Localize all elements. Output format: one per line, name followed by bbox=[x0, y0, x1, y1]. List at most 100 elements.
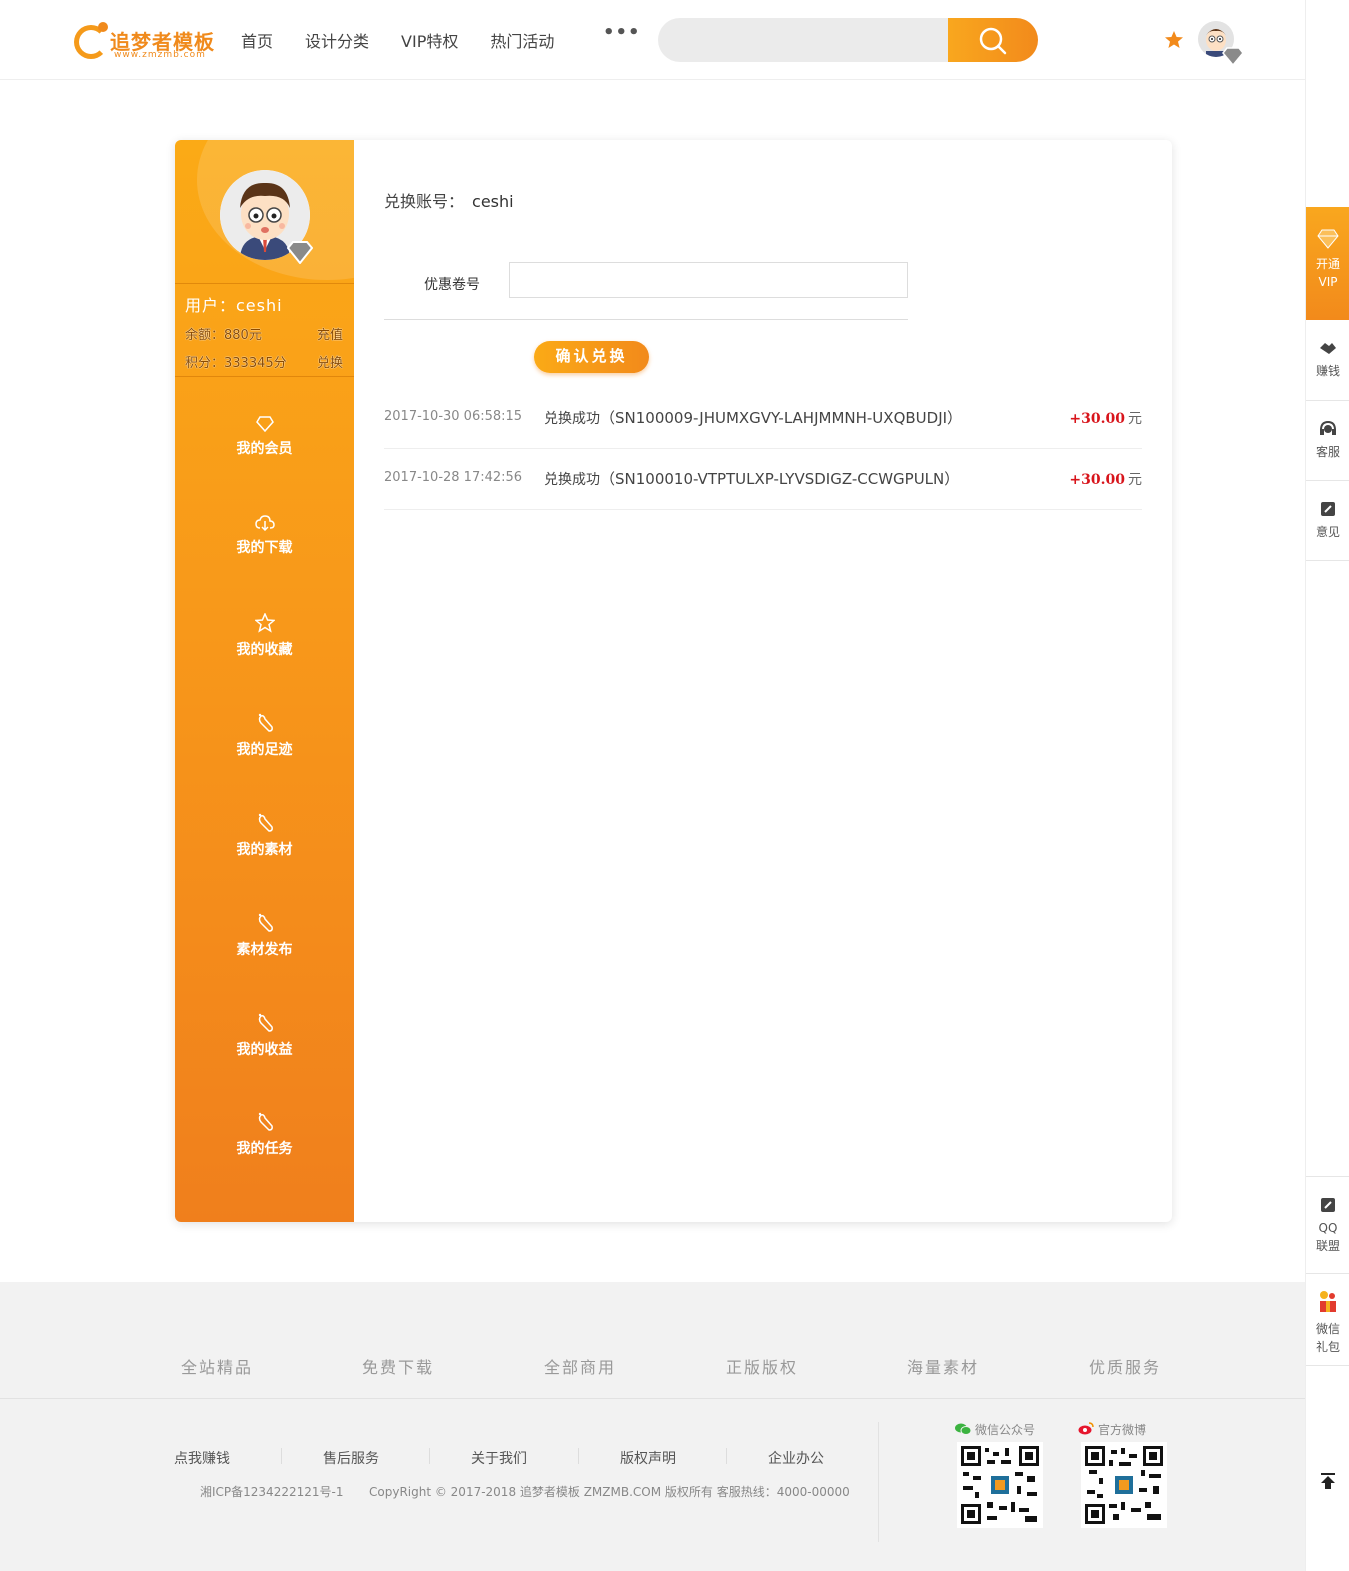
earn-label: 赚钱 bbox=[1315, 364, 1340, 378]
footer-divider bbox=[0, 1398, 1305, 1399]
username-label: 用户：ceshi bbox=[185, 296, 283, 315]
favorite-star-icon[interactable] bbox=[1164, 30, 1184, 50]
record-time: 2017-10-28 17:42:56 bbox=[384, 470, 523, 485]
confirm-exchange-button[interactable]: 确认兑换 bbox=[534, 341, 649, 373]
feedback-label: 意见 bbox=[1315, 525, 1340, 539]
feature-label: 优质服务 bbox=[1089, 1358, 1162, 1377]
logo-subtext: www.zmzmb.com bbox=[114, 50, 206, 60]
link-separator bbox=[429, 1448, 430, 1464]
sidebar-item-earnings[interactable]: 我的收益 bbox=[175, 1013, 354, 1059]
table-row: 2017-10-30 06:58:15 兑换成功（SN100009-JHUMXG… bbox=[384, 388, 1142, 449]
record-time: 2017-10-30 06:58:15 bbox=[384, 409, 523, 424]
footer-vertical-divider bbox=[878, 1422, 879, 1542]
footer-link-copyright[interactable]: 版权声明 bbox=[620, 1448, 676, 1468]
gift-icon bbox=[1320, 1291, 1336, 1312]
recharge-link[interactable]: 充值 bbox=[317, 324, 343, 343]
qq-label-line2: 联盟 bbox=[1315, 1239, 1340, 1253]
site-logo[interactable]: 追梦者模板 www.zmzmb.com bbox=[74, 22, 230, 64]
sidebar-item-label: 我的收益 bbox=[236, 1042, 293, 1058]
sidebar-item-label: 我的下载 bbox=[236, 540, 293, 556]
sidebar-item-label: 素材发布 bbox=[236, 942, 293, 958]
qq-label-line1: QQ bbox=[1318, 1221, 1338, 1235]
footprint-icon bbox=[258, 913, 273, 932]
back-to-top-button[interactable] bbox=[1306, 1462, 1349, 1502]
service-label: 客服 bbox=[1315, 445, 1340, 459]
main-nav: 首页 设计分类 VIP特权 热门活动 bbox=[241, 28, 586, 52]
wechat-icon bbox=[955, 1423, 972, 1435]
footer-link-about[interactable]: 关于我们 bbox=[471, 1448, 527, 1468]
diamond-icon bbox=[1317, 229, 1339, 249]
top-header: 追梦者模板 www.zmzmb.com 首页 设计分类 VIP特权 热门活动 •… bbox=[0, 0, 1305, 80]
wechat-gift-button[interactable]: 微信 礼包 bbox=[1306, 1274, 1349, 1366]
cloud-download-icon bbox=[254, 515, 275, 531]
footprint-icon bbox=[258, 813, 273, 832]
earn-money-button[interactable]: 赚钱 bbox=[1306, 320, 1349, 401]
search-input[interactable] bbox=[658, 18, 958, 62]
footer-link-after-sales[interactable]: 售后服务 bbox=[323, 1448, 379, 1468]
sidebar-item-label: 我的素材 bbox=[236, 842, 293, 858]
sidebar-item-publish[interactable]: 素材发布 bbox=[175, 913, 354, 959]
footer-link-earn[interactable]: 点我赚钱 bbox=[174, 1448, 230, 1468]
exchange-account: 兑换账号： ceshi bbox=[384, 188, 514, 212]
footprint-icon bbox=[258, 713, 273, 732]
weibo-label-text: 官方微博 bbox=[1098, 1423, 1147, 1437]
table-row: 2017-10-28 17:42:56 兑换成功（SN100010-VTPTUL… bbox=[384, 449, 1142, 510]
sidebar-item-label: 我的会员 bbox=[236, 441, 293, 457]
arrow-up-icon bbox=[1321, 1473, 1335, 1489]
exchange-content: 兑换账号： ceshi 优惠卷号 确认兑换 2017-10-30 06:58:15… bbox=[354, 140, 1172, 1222]
feature-label: 全站精品 bbox=[181, 1358, 254, 1377]
edit-icon bbox=[1321, 502, 1335, 516]
sidebar-item-footprints[interactable]: 我的足迹 bbox=[175, 713, 354, 759]
weibo-label: 官方微博 bbox=[1078, 1421, 1146, 1438]
sidebar-item-tasks[interactable]: 我的任务 bbox=[175, 1112, 354, 1158]
feature-label: 全部商用 bbox=[544, 1358, 617, 1377]
vip-diamond-icon bbox=[287, 241, 313, 264]
sidebar-item-membership[interactable]: 我的会员 bbox=[175, 416, 354, 458]
account-label: 兑换账号： bbox=[384, 192, 465, 211]
vip-diamond-icon bbox=[1222, 47, 1244, 66]
sidebar-item-downloads[interactable]: 我的下载 bbox=[175, 515, 354, 557]
qq-alliance-button[interactable]: QQ 联盟 bbox=[1306, 1176, 1349, 1274]
sidebar-item-materials[interactable]: 我的素材 bbox=[175, 813, 354, 859]
nav-more-button[interactable]: ••• bbox=[603, 22, 641, 43]
record-status: 兑换成功 bbox=[544, 411, 600, 427]
link-separator bbox=[726, 1448, 727, 1464]
weibo-qr-code bbox=[1081, 1442, 1167, 1528]
customer-service-button[interactable]: 客服 bbox=[1306, 401, 1349, 481]
nav-vip[interactable]: VIP特权 bbox=[401, 28, 458, 52]
nav-hot-events[interactable]: 热门活动 bbox=[490, 28, 554, 52]
record-status: 兑换成功 bbox=[544, 472, 600, 488]
search-button[interactable] bbox=[948, 18, 1038, 62]
link-separator bbox=[578, 1448, 579, 1464]
feedback-button[interactable]: 意见 bbox=[1306, 481, 1349, 561]
record-code: SN100009-JHUMXGVY-LAHJMMNH-UXQBUDJI bbox=[615, 409, 948, 427]
record-currency: 元 bbox=[1128, 411, 1142, 427]
user-sidebar: 用户：ceshi 余额：880元 充值 积分：333345分 兑换 我的会员 我… bbox=[175, 140, 457, 1222]
record-amount-value: +30.00 bbox=[1069, 411, 1125, 427]
wechat-qr-code bbox=[957, 1442, 1043, 1528]
copyright-text: CopyRight © 2017-2018 追梦者模板 ZMZMB.COM 版权… bbox=[369, 1485, 850, 1499]
footer-link-enterprise[interactable]: 企业办公 bbox=[768, 1448, 824, 1468]
sidebar-item-favorites[interactable]: 我的收藏 bbox=[175, 613, 354, 659]
record-description: 兑换成功（SN100009-JHUMXGVY-LAHJMMNH-UXQBUDJI… bbox=[544, 409, 963, 427]
coupon-input[interactable] bbox=[509, 262, 908, 298]
exchange-link[interactable]: 兑换 bbox=[317, 352, 343, 371]
sidebar-item-label: 我的收藏 bbox=[236, 642, 293, 658]
nav-home[interactable]: 首页 bbox=[241, 28, 273, 52]
star-outline-icon bbox=[254, 613, 275, 633]
feature-label: 正版版权 bbox=[726, 1358, 799, 1377]
search-bar bbox=[658, 18, 1038, 62]
feature-label: 免费下载 bbox=[362, 1358, 435, 1377]
record-description: 兑换成功（SN100010-VTPTULXP-LYVSDIGZ-CCWGPULN… bbox=[544, 470, 960, 488]
link-separator bbox=[281, 1448, 282, 1464]
weibo-icon bbox=[1078, 1422, 1094, 1435]
handshake-icon bbox=[1320, 343, 1336, 354]
qq-edit-icon bbox=[1321, 1198, 1335, 1212]
coupon-label: 优惠卷号 bbox=[424, 277, 480, 293]
open-vip-button[interactable]: 开通 VIP bbox=[1306, 207, 1349, 320]
nav-design-categories[interactable]: 设计分类 bbox=[305, 28, 369, 52]
record-amount-value: +30.00 bbox=[1069, 472, 1125, 488]
headset-icon bbox=[1320, 421, 1336, 435]
account-name: ceshi bbox=[472, 192, 514, 211]
vip-label-line1: 开通 bbox=[1315, 257, 1340, 271]
